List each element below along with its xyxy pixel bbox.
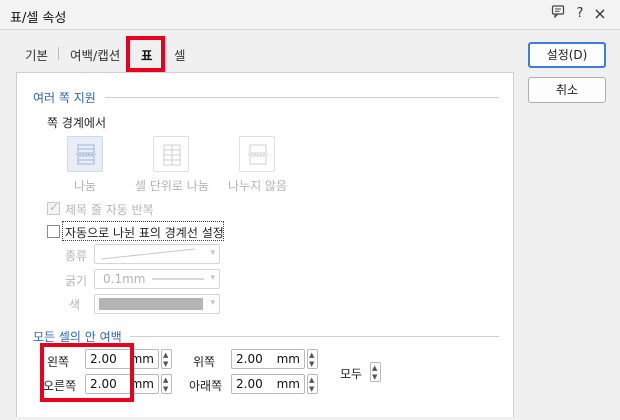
line-color-label: 색 — [69, 298, 81, 312]
bottom-margin-label: 아래쪽 — [189, 379, 223, 393]
all-margin-stepper[interactable]: ▲ ▼ — [370, 362, 381, 382]
split-option-none-label: 나누지 않음 — [228, 179, 288, 193]
thickness-preview — [152, 278, 204, 280]
title-bar: 표/셀 속성 ? × — [0, 0, 620, 30]
top-margin-value: 2.00 — [236, 352, 263, 366]
auto-border-label: 자동으로 나뉜 표의 경계선 설정 — [65, 226, 224, 240]
page-boundary-label: 쪽 경계에서 — [47, 116, 107, 130]
top-margin-label: 위쪽 — [193, 355, 216, 369]
unit-label: mm — [130, 377, 154, 391]
all-margin-label: 모두 — [340, 367, 363, 381]
split-table-icon — [76, 144, 96, 165]
auto-border-checkbox[interactable] — [47, 225, 60, 238]
line-type-label: 종류 — [65, 249, 88, 263]
check-icon: ✓ — [49, 200, 60, 214]
right-margin-stepper[interactable]: ▲ ▼ — [161, 374, 172, 394]
unit-label: mm — [276, 352, 300, 366]
margin-highlight-box — [40, 343, 134, 402]
no-split-icon — [248, 144, 268, 165]
line-thickness-dropdown[interactable]: 0.1mm ▾ — [94, 269, 220, 289]
line-type-dropdown[interactable]: ▾ — [94, 244, 220, 264]
tab-basic[interactable]: 기본 — [25, 45, 48, 64]
chevron-down-icon: ▾ — [210, 273, 215, 283]
tab-highlight-box — [126, 36, 165, 72]
unit-label: mm — [276, 377, 300, 391]
left-margin-stepper[interactable]: ▲ ▼ — [161, 349, 172, 369]
chevron-down-icon: ▾ — [210, 248, 215, 258]
section-divider — [105, 97, 499, 98]
window-title: 표/셀 속성 — [10, 11, 67, 26]
top-margin-stepper[interactable]: ▲ ▼ — [307, 349, 318, 369]
unit-label: mm — [130, 352, 154, 366]
tab-divider — [58, 47, 59, 60]
tab-bar: 기본 여백/캡션 표 셀 — [0, 36, 520, 72]
repeat-header-label: 제목 줄 자동 반복 — [65, 203, 154, 217]
repeat-header-checkbox[interactable]: ✓ — [47, 200, 60, 215]
line-preview — [100, 248, 196, 260]
cancel-button[interactable]: 취소 — [528, 77, 606, 103]
color-swatch — [99, 298, 203, 310]
split-option-by-cell[interactable] — [153, 136, 189, 172]
chevron-down-icon: ▾ — [210, 298, 215, 308]
section-title-multi-page: 여러 쪽 지원 — [33, 91, 96, 105]
bottom-margin-stepper[interactable]: ▲ ▼ — [307, 374, 318, 394]
split-option-divide-label: 나눔 — [74, 179, 97, 193]
top-margin-input[interactable]: 2.00 mm — [231, 349, 305, 369]
split-by-cell-icon — [163, 144, 181, 166]
bottom-margin-value: 2.00 — [236, 377, 263, 391]
line-thickness-value: 0.1mm — [103, 272, 146, 286]
help-icon[interactable]: ? — [570, 4, 590, 24]
chat-icon[interactable] — [548, 4, 568, 24]
line-color-dropdown[interactable]: ▾ — [94, 294, 220, 314]
tab-margin-caption[interactable]: 여백/캡션 — [70, 45, 120, 64]
section-divider — [130, 336, 499, 337]
split-option-none[interactable] — [239, 136, 275, 172]
close-icon[interactable]: × — [590, 4, 610, 24]
split-option-by-cell-label: 셀 단위로 나눔 — [135, 179, 209, 193]
ok-button[interactable]: 설정(D) — [528, 42, 606, 68]
line-thickness-label: 굵기 — [65, 274, 88, 288]
bottom-margin-input[interactable]: 2.00 mm — [231, 374, 305, 394]
split-option-divide[interactable] — [67, 136, 103, 172]
tab-cell[interactable]: 셀 — [174, 45, 186, 64]
